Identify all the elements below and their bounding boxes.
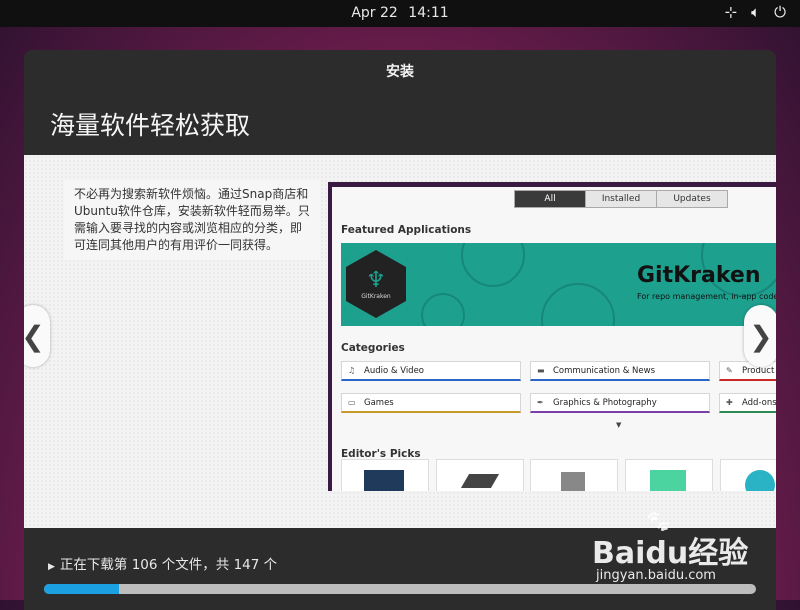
power-icon[interactable]: ⏻ xyxy=(774,3,786,21)
volume-icon[interactable]: 🔈︎ xyxy=(751,3,760,21)
pick-card xyxy=(530,459,618,491)
progress-expander[interactable]: ▶ 正在下载第 106 个文件，共 147 个 xyxy=(48,553,277,573)
logo-label: GitKraken xyxy=(361,293,391,300)
pick-card xyxy=(436,459,524,491)
category-label: Communication & News xyxy=(553,365,655,376)
window-title: 安装 xyxy=(386,64,414,80)
watermark-site: jingyan.baidu.com xyxy=(596,568,716,583)
featured-banner: ♆ GitKraken GitKraken For repo managemen… xyxy=(341,243,776,326)
gitkraken-logo: ♆ GitKraken xyxy=(346,250,406,318)
baidu-watermark: 🐾︎ Baidu经验 jingyan.baidu.com xyxy=(592,510,752,590)
category-label: Games xyxy=(364,397,394,408)
category-label: Audio & Video xyxy=(364,365,425,376)
music-icon: ♫ xyxy=(348,366,356,375)
category-add-ons: ✚ Add-ons xyxy=(719,393,776,413)
progress-fill xyxy=(44,584,120,594)
category-games: ▭ Games xyxy=(341,393,521,413)
slide-heading: 海量软件轻松获取 xyxy=(50,111,251,140)
category-communication-news: ▬ Communication & News xyxy=(530,361,710,381)
chevron-left-icon: ❮ xyxy=(24,320,45,353)
next-slide-button[interactable]: ❯ xyxy=(744,305,776,367)
tab-all: All xyxy=(515,191,586,207)
pick-card xyxy=(625,459,713,491)
chevron-right-icon: ❯ xyxy=(749,319,773,353)
expander-arrow-icon: ▶ xyxy=(48,562,55,572)
watermark-logo: Baidu经验 xyxy=(592,536,749,571)
slideshow-panel: 不必再为搜索新软件烦恼。通过Snap商店和Ubuntu软件仓库，安装新软件轻而易… xyxy=(24,155,776,528)
kraken-icon: ♆ xyxy=(366,268,386,293)
time-label: 14:11 xyxy=(408,5,449,21)
expand-chevron-icon: ▼ xyxy=(616,421,622,429)
tab-updates: Updates xyxy=(673,194,711,204)
network-icon[interactable]: ⊹ xyxy=(725,3,738,21)
puzzle-icon: ✚ xyxy=(726,398,733,407)
system-tray[interactable]: ⊹ 🔈︎ ⏻ xyxy=(725,3,786,21)
pencil-icon: ✎ xyxy=(726,366,733,375)
tab-installed: Installed xyxy=(586,191,657,207)
category-audio-video: ♫ Audio & Video xyxy=(341,361,521,381)
category-label: Product xyxy=(742,365,775,376)
previous-slide-button[interactable]: ❮ xyxy=(24,305,50,367)
slide-description: 不必再为搜索新软件烦恼。通过Snap商店和Ubuntu软件仓库，安装新软件轻而易… xyxy=(64,180,320,260)
pick-card xyxy=(341,459,429,491)
pen-icon: ✒ xyxy=(537,398,544,407)
banner-app-name: GitKraken xyxy=(637,263,761,288)
chat-icon: ▬ xyxy=(537,366,545,375)
banner-subtitle: For repo management, in-app code xyxy=(637,292,776,301)
tab-bar: All Installed Updates xyxy=(514,190,728,208)
clock[interactable]: Apr 22 14:11 xyxy=(0,5,800,21)
date-label: Apr 22 xyxy=(351,5,398,21)
categories-title: Categories xyxy=(341,342,405,354)
software-app-screenshot: All Installed Updates Featured Applicati… xyxy=(328,182,776,491)
gamepad-icon: ▭ xyxy=(348,398,356,407)
category-label: Add-ons xyxy=(742,397,776,408)
category-graphics-photography: ✒ Graphics & Photography xyxy=(530,393,710,413)
pick-card xyxy=(720,459,776,491)
category-label: Graphics & Photography xyxy=(553,397,657,408)
featured-title: Featured Applications xyxy=(341,224,472,236)
progress-label: 正在下载第 106 个文件，共 147 个 xyxy=(59,557,278,573)
top-bar: Apr 22 14:11 ⊹ 🔈︎ ⏻ xyxy=(0,0,800,27)
